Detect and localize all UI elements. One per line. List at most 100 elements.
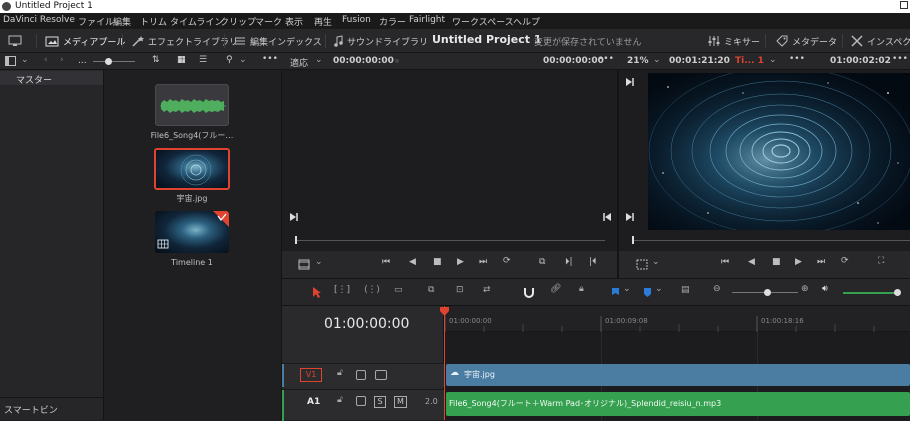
loop-icon[interactable]: ⟳	[503, 256, 511, 266]
fit-dropdown[interactable]: 適応	[290, 56, 308, 69]
timeline-name-dropdown[interactable]: Ti... 1	[735, 56, 764, 66]
menu-playback[interactable]: 再生	[314, 15, 332, 28]
link-icon[interactable]: 🔗︎	[550, 284, 561, 294]
menu-davinci[interactable]: DaVinci Resolve	[3, 15, 75, 25]
metadata-button[interactable]: メタデータ	[776, 34, 837, 48]
zoom-in-icon[interactable]: ⊕	[801, 284, 809, 294]
stop-icon[interactable]: ■	[772, 257, 781, 267]
fullscreen-icon[interactable]: ⛶	[878, 256, 884, 266]
lock-icon[interactable]: 🔒︎	[579, 284, 584, 294]
sort-icon[interactable]: ⇅	[152, 55, 160, 65]
audio-level-slider[interactable]	[843, 289, 901, 296]
restore-window-icon[interactable]	[900, 1, 908, 9]
audio-clip[interactable]: File6_Song4(フルート＋Warm Pad･オリジナル)_Splendi…	[446, 392, 910, 416]
video-track-header[interactable]: V1 🔓︎	[282, 363, 444, 387]
timeline-viewer[interactable]: ⌄ ⏮ ◀ ■ ▶ ⏭ ⟳ ⛶	[619, 70, 910, 278]
trim-tool-icon[interactable]: [⋮]	[334, 285, 350, 295]
more-options-icon[interactable]: •••	[892, 54, 908, 64]
selection-tool-icon[interactable]	[312, 286, 322, 299]
mark-in-icon[interactable]: ⏵|	[565, 257, 573, 267]
auto-select-icon[interactable]	[356, 370, 366, 380]
media-pool-button[interactable]: メディアプール	[45, 34, 125, 48]
mixer-button[interactable]: ミキサー	[708, 34, 760, 48]
dynamic-trim-icon[interactable]: ⟨⋮⟩	[364, 285, 380, 295]
list-view-icon[interactable]: ☰	[199, 55, 207, 65]
back-icon[interactable]: ‹	[44, 55, 48, 65]
bin-list-toggle-icon[interactable]	[5, 56, 16, 66]
effects-library-button[interactable]: エフェクトライブラリ	[132, 34, 238, 48]
edit-index-button[interactable]: 編集インデックス	[234, 34, 322, 48]
menu-color[interactable]: カラー	[379, 15, 406, 28]
playhead-handle[interactable]	[440, 307, 449, 316]
timeline-view-options-icon[interactable]: ▤	[681, 285, 690, 295]
track-id-a1[interactable]: A1	[307, 397, 320, 407]
menu-file[interactable]: ファイル	[78, 15, 114, 28]
snapping-icon[interactable]	[523, 286, 535, 299]
image-clip-thumbnail[interactable]	[154, 148, 230, 190]
timeline-area[interactable]: 01:00:00:00 01:00:09:08 01:00:18:16 ☁︎ 宇…	[440, 306, 910, 420]
chevron-down-icon[interactable]: ⌄	[655, 284, 663, 294]
chevron-down-icon[interactable]: ⌄	[315, 257, 323, 267]
safe-area-icon[interactable]	[636, 259, 648, 270]
scrub-playhead[interactable]	[632, 236, 634, 244]
chevron-down-icon[interactable]: ⌄	[769, 55, 777, 65]
menu-help[interactable]: ヘルプ	[513, 15, 540, 28]
source-viewer[interactable]: ⌄ ⏮ ◀ ■ ▶ ⏭ ⟳ ⧉ ⏵| |⏴	[282, 70, 618, 278]
chevron-down-icon[interactable]: ⌄	[239, 55, 247, 65]
timeline-clip-thumbnail[interactable]	[155, 211, 229, 253]
zoom-out-icon[interactable]: ⊖	[713, 284, 721, 294]
replace-clip-icon[interactable]: ⇄	[483, 285, 491, 295]
menu-clip[interactable]: クリップ	[220, 15, 256, 28]
clip-mode-icon[interactable]	[298, 259, 310, 270]
loop-icon[interactable]: ⟳	[841, 256, 849, 266]
audio-track-header[interactable]: A1 🔓︎ S M 2.0	[282, 389, 444, 421]
menu-view[interactable]: 表示	[285, 15, 303, 28]
solo-button[interactable]: S	[374, 396, 386, 408]
track-lock-icon[interactable]: 🔓︎	[337, 395, 343, 405]
mark-out-icon[interactable]: |⏴	[589, 257, 597, 267]
menu-edit[interactable]: 編集	[113, 15, 131, 28]
track-lock-icon[interactable]: 🔓︎	[337, 368, 343, 378]
flag-icon[interactable]	[611, 287, 620, 298]
source-scrub-bar[interactable]	[295, 236, 605, 244]
menu-timeline[interactable]: タイムライン	[170, 15, 223, 28]
skip-to-end-icon[interactable]: ⏭	[479, 257, 487, 267]
play-reverse-icon[interactable]: ◀	[409, 257, 416, 267]
audio-clip-thumbnail[interactable]	[155, 84, 229, 126]
layout-toggle-icon[interactable]	[8, 34, 22, 48]
track-visibility-icon[interactable]	[375, 370, 387, 380]
chevron-down-icon[interactable]: ⌄	[652, 257, 660, 267]
menu-fairlight[interactable]: Fairlight	[409, 15, 445, 25]
chevron-down-icon[interactable]: ⌄	[21, 55, 29, 65]
timeline-ruler[interactable]: 01:00:00:00 01:00:09:08 01:00:18:16	[444, 306, 910, 332]
chevron-down-icon[interactable]: ⌄	[623, 284, 631, 294]
timeline-zoom-slider[interactable]	[732, 289, 798, 296]
more-options-icon[interactable]: •••	[789, 54, 805, 64]
slider-thumb[interactable]	[105, 58, 112, 65]
zoom-dropdown[interactable]: 21%	[627, 56, 649, 66]
master-bin-item[interactable]: マスター	[0, 71, 103, 86]
mute-button[interactable]: M	[394, 396, 407, 408]
blade-tool-icon[interactable]: ▭	[394, 285, 403, 295]
thumbnail-view-icon[interactable]: ▦	[177, 55, 186, 65]
inspector-button[interactable]: インスペクタ	[851, 34, 910, 48]
menu-fusion[interactable]: Fusion	[342, 15, 371, 25]
forward-icon[interactable]: ›	[60, 55, 64, 65]
play-reverse-icon[interactable]: ◀	[748, 257, 755, 267]
menu-trim[interactable]: トリム	[140, 15, 167, 28]
menu-workspace[interactable]: ワークスペース	[452, 15, 514, 28]
stop-icon[interactable]: ■	[433, 257, 442, 267]
overwrite-clip-icon[interactable]: ⊡	[456, 285, 464, 295]
marker-icon[interactable]	[643, 287, 652, 298]
skip-to-start-icon[interactable]: ⏮	[382, 257, 390, 267]
more-options-icon[interactable]: •••	[598, 54, 614, 64]
track-id-v1[interactable]: V1	[300, 368, 322, 382]
slider-thumb[interactable]	[894, 289, 901, 296]
timeline-playhead[interactable]	[444, 306, 445, 420]
chevron-down-icon[interactable]: ⌄	[315, 55, 323, 65]
sound-library-button[interactable]: サウンドライブラリ	[333, 34, 428, 48]
more-options-icon[interactable]: •••	[262, 54, 278, 64]
match-frame-icon[interactable]: ⧉	[539, 257, 545, 267]
play-icon[interactable]: ▶	[457, 257, 464, 267]
insert-clip-icon[interactable]: ⧉	[428, 285, 434, 295]
